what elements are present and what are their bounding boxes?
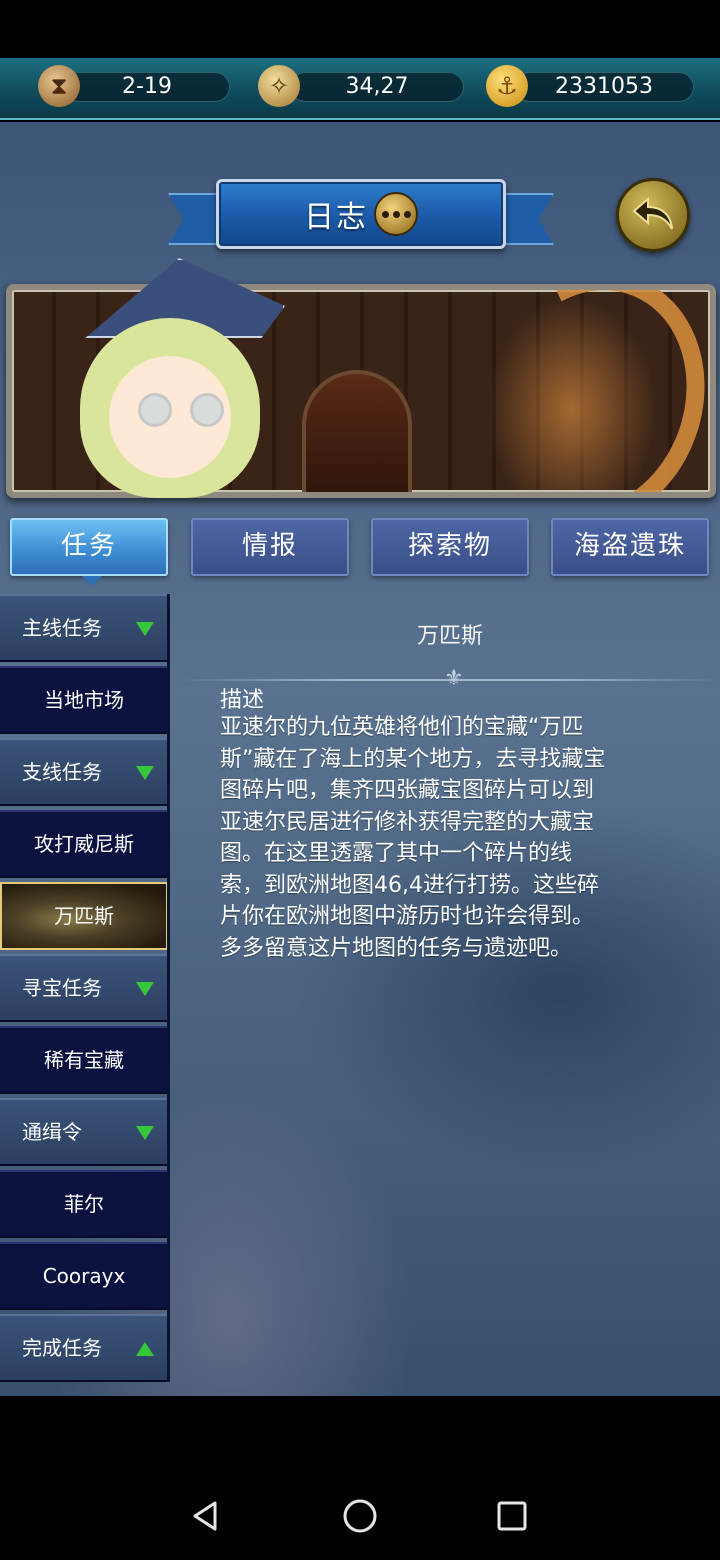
mission-description: 亚速尔的九位英雄将他们的宝藏“万匹 斯”藏在了海上的某个地方，去寻找藏宝 图碎片… [220,712,686,964]
glasses-right [190,393,224,427]
list-item-selected[interactable]: 万匹斯 [0,882,168,950]
ornament-icon: ⚜ [444,666,464,691]
description-line: 亚速尔民居进行修补获得完整的大藏宝 [220,809,595,835]
list-header-side[interactable]: 支线任务 [0,738,168,806]
list-item-label: 当地市场 [44,688,124,712]
recents-square-icon [497,1501,527,1531]
expand-triangle-icon [136,622,154,636]
list-item[interactable]: 攻打威尼斯 [0,810,168,878]
nav-back-button[interactable] [186,1496,226,1536]
resource-bar: 2-19 ⧗ 34,27 ✧ 2331053 ⚓ [0,58,720,120]
list-item[interactable]: 当地市场 [0,666,168,734]
list-item[interactable]: 菲尔 [0,1170,168,1238]
description-line: 片你在欧洲地图中游历时也许会得到。 [220,904,595,929]
description-line: 图碎片吧，集齐四张藏宝图碎片可以到 [220,778,595,803]
list-header-wanted[interactable]: 通缉令 [0,1098,168,1166]
chat-bubble-icon[interactable] [374,192,418,236]
hourglass-icon: ⧗ [38,65,80,107]
list-item-label: Coorayx [42,1264,126,1288]
list-item-label: 万匹斯 [54,904,114,928]
door-arch [302,370,412,492]
glasses-left [138,393,172,427]
page-title: 日志 [304,200,368,235]
mission-list: 主线任务 当地市场 支线任务 攻打威尼斯 万匹斯 寻宝任务 稀有宝藏 通缉令 菲… [0,594,170,1382]
list-header-main[interactable]: 主线任务 [0,594,168,662]
list-item-label: 菲尔 [64,1192,104,1216]
list-header-treasure[interactable]: 寻宝任务 [0,954,168,1022]
list-item[interactable]: 稀有宝藏 [0,1026,168,1094]
tab-label: 情报 [241,531,298,561]
back-triangle-icon [193,1501,217,1531]
coordinates-display: 34,27 [290,72,464,102]
list-item[interactable]: Coorayx [0,1242,168,1310]
expand-triangle-icon [136,766,154,780]
tab-intel[interactable]: 情报 [191,518,349,576]
compass-icon: ✧ [258,65,300,107]
expand-triangle-icon [136,1126,154,1140]
back-button[interactable] [616,178,690,252]
description-heading: 描述 [220,688,265,713]
nav-home-button[interactable] [340,1496,380,1536]
list-header-label: 通缉令 [22,1120,82,1144]
list-header-label: 寻宝任务 [22,976,102,1000]
description-line: 多多留意这片地图的任务与遗迹吧。 [220,935,573,961]
title-plate: 日志 [216,179,506,249]
list-item-label: 攻打威尼斯 [34,832,134,856]
nav-recents-button[interactable] [492,1496,532,1536]
tab-pirate-treasures[interactable]: 海盗遗珠 [551,518,709,576]
tab-label: 任务 [60,531,117,561]
list-header-label: 主线任务 [22,616,102,640]
list-header-label: 支线任务 [22,760,102,784]
tab-label: 探索物 [407,531,492,561]
spiral-staircase [444,290,710,492]
list-header-label: 完成任务 [22,1336,102,1360]
gold-display: 2331053 [514,72,694,102]
time-value: 2-19 [122,74,172,99]
character-portrait [10,258,285,498]
gold-value: 2331053 [555,74,653,99]
back-arrow-icon [632,196,673,230]
description-line: 亚速尔的九位英雄将他们的宝藏“万匹 [220,715,584,740]
description-line: 斯”藏在了海上的某个地方，去寻找藏宝 [220,746,606,772]
tab-discoveries[interactable]: 探索物 [371,518,529,576]
time-display: 2-19 [64,72,230,102]
tab-missions[interactable]: 任务 [10,518,168,586]
list-item-label: 稀有宝藏 [44,1048,124,1072]
tab-label: 海盗遗珠 [573,531,686,561]
description-line: 图。在这里透露了其中一个碎片的线 [220,841,573,866]
expand-triangle-icon [136,982,154,996]
collapse-triangle-icon [136,1342,154,1356]
list-header-completed[interactable]: 完成任务 [0,1314,168,1382]
anchor-coin-icon: ⚓ [486,65,528,107]
coordinates-value: 34,27 [345,74,409,99]
description-line: 索，到欧洲地图46,4进行打捞。这些碎 [220,872,599,898]
title-banner: 日志 [168,175,554,257]
home-circle-icon [343,1499,377,1533]
mission-title: 万匹斯 [416,624,483,649]
system-nav-bar [0,1396,720,1560]
